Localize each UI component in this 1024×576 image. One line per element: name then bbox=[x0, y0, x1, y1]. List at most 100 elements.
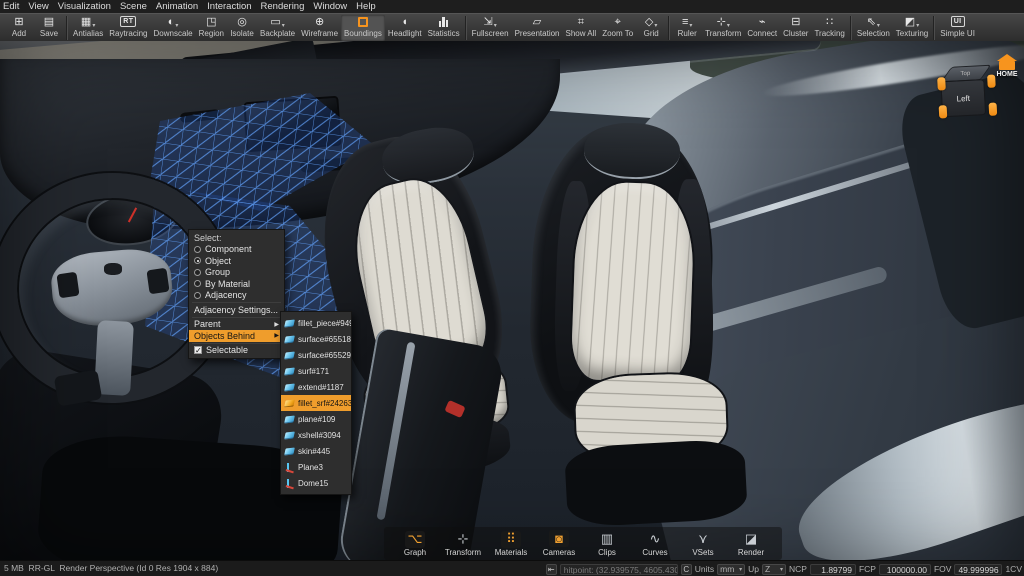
toolbar-add[interactable]: ⊞Add bbox=[4, 15, 34, 41]
up-axis-select[interactable]: Z▾ bbox=[762, 564, 786, 575]
toolbar-boundings[interactable]: Boundings bbox=[341, 15, 385, 41]
toolbar-raytracing[interactable]: RTRaytracing bbox=[106, 15, 150, 41]
dock-clips[interactable]: ▥Clips bbox=[584, 530, 630, 557]
context-menu-item-component[interactable]: Component bbox=[189, 244, 284, 256]
toolbar-label: Tracking bbox=[814, 29, 844, 39]
menu-window[interactable]: Window bbox=[313, 1, 347, 12]
toolbar-label: Save bbox=[37, 29, 61, 39]
submenu-item-fillet-srf-24263[interactable]: fillet_srf#24263 bbox=[281, 395, 351, 411]
submenu-item-skin-445[interactable]: skin#445 bbox=[281, 443, 351, 459]
menu-animation[interactable]: Animation bbox=[156, 1, 198, 12]
toolbar-fullscreen[interactable]: ⇲▾Fullscreen bbox=[469, 15, 512, 41]
toolbar-headlight[interactable]: ◖Headlight bbox=[385, 15, 425, 41]
grid-icon: ◇ bbox=[645, 16, 653, 28]
menu-visualization[interactable]: Visualization bbox=[58, 1, 111, 12]
menu-edit[interactable]: Edit bbox=[3, 1, 19, 12]
submenu-item-plane-109[interactable]: plane#109 bbox=[281, 411, 351, 427]
toolbar-label: Show All bbox=[566, 29, 597, 39]
dock-graph[interactable]: ⌥Graph bbox=[392, 530, 438, 557]
toolbar-icon-row: ≡▾ bbox=[675, 15, 699, 29]
toolbar-presentation[interactable]: ▱Presentation bbox=[512, 15, 563, 41]
fcp-input[interactable]: 100000.00 bbox=[879, 564, 931, 575]
toolbar-simple-ui[interactable]: UISimple UI bbox=[937, 15, 978, 41]
toolbar-ruler[interactable]: ≡▾Ruler bbox=[672, 15, 702, 41]
context-menu-item-adjacency[interactable]: Adjacency bbox=[189, 290, 284, 302]
view-cube[interactable]: Top Left bbox=[940, 65, 995, 122]
menu-interaction[interactable]: Interaction bbox=[207, 1, 251, 12]
cube-corner-handle[interactable] bbox=[987, 75, 996, 88]
surface-icon bbox=[284, 399, 295, 407]
submenu-item-dome15[interactable]: Dome15 bbox=[281, 475, 351, 491]
fov-input[interactable]: 49.999996 bbox=[954, 564, 1002, 575]
menu-rendering[interactable]: Rendering bbox=[261, 1, 305, 12]
cube-corner-handle[interactable] bbox=[937, 77, 946, 90]
toolbar-save[interactable]: ▤Save bbox=[34, 15, 64, 41]
wireframe-icon: ⊕ bbox=[315, 16, 324, 28]
backplate-icon: ▭ bbox=[270, 16, 280, 28]
context-menu-item-object[interactable]: Object bbox=[189, 255, 284, 267]
zoom-to-icon: ⌖ bbox=[615, 16, 621, 28]
submenu-item-surface-655294[interactable]: surface#655294 bbox=[281, 347, 351, 363]
dock-curves[interactable]: ∿Curves bbox=[632, 530, 678, 557]
submenu-item-plane3[interactable]: Plane3 bbox=[281, 459, 351, 475]
toolbar-grid[interactable]: ◇▾Grid bbox=[636, 15, 666, 41]
menu-help[interactable]: Help bbox=[356, 1, 376, 12]
clear-button[interactable]: C bbox=[681, 564, 692, 575]
toolbar-wireframe[interactable]: ⊕Wireframe bbox=[298, 15, 341, 41]
toolbar-texturing[interactable]: ◩▾Texturing bbox=[893, 15, 931, 41]
ncp-input[interactable]: 1.89799 bbox=[810, 564, 856, 575]
submenu-item-label: surf#171 bbox=[298, 367, 329, 376]
toolbar-downscale[interactable]: ◐▾Downscale bbox=[151, 15, 196, 41]
toolbar-cluster[interactable]: ⊟Cluster bbox=[780, 15, 811, 41]
toolbar-icon-row: ❏ bbox=[0, 15, 1, 29]
toolbar-icon-row: ⌖ bbox=[602, 15, 633, 29]
dock-materials[interactable]: ⠿Materials bbox=[488, 530, 534, 557]
graph-icon: ⌥ bbox=[405, 531, 425, 548]
menu-scene[interactable]: Scene bbox=[120, 1, 147, 12]
dock-label: Render bbox=[728, 548, 774, 557]
context-menu-item-objects-behind[interactable]: Objects Behind▶ bbox=[189, 330, 284, 342]
toolbar-zoom-to[interactable]: ⌖Zoom To bbox=[599, 15, 636, 41]
submenu-item-surface-655189[interactable]: surface#655189 bbox=[281, 331, 351, 347]
context-menu-item-adjacency-settings[interactable]: Adjacency Settings... bbox=[189, 304, 284, 316]
toolbar-transform[interactable]: ⊹▾Transform bbox=[702, 15, 744, 41]
headlight-icon: ◖ bbox=[401, 16, 408, 28]
cube-corner-handle[interactable] bbox=[989, 102, 998, 115]
hitpoint-locate-button[interactable]: ⇤ bbox=[546, 564, 557, 575]
hitpoint-field[interactable]: hitpoint: (32.939575, 4605.4309... bbox=[560, 564, 678, 575]
toolbar-antialias[interactable]: ▦▾Antialias bbox=[70, 15, 106, 41]
toolbar-separator bbox=[933, 16, 935, 40]
submenu-item-xshell-3094[interactable]: xshell#3094 bbox=[281, 427, 351, 443]
toolbar-selection[interactable]: ⇖▾Selection bbox=[854, 15, 893, 41]
context-menu-item-by-material[interactable]: By Material bbox=[189, 278, 284, 290]
dock-vsets[interactable]: ⋎VSets bbox=[680, 530, 726, 557]
context-menu-item-selectable[interactable]: ✓Selectable bbox=[189, 345, 284, 357]
locator-axes-icon bbox=[285, 463, 294, 472]
toolbar-tracking[interactable]: ∷Tracking bbox=[811, 15, 847, 41]
menu-item-label: Select: bbox=[194, 233, 222, 243]
dock-render[interactable]: ◪Render bbox=[728, 530, 774, 557]
context-menu-item-parent[interactable]: Parent▶ bbox=[189, 319, 284, 331]
cube-corner-handle[interactable] bbox=[939, 105, 948, 118]
caret-down-icon: ▾ bbox=[739, 566, 742, 573]
context-menu-item-group[interactable]: Group bbox=[189, 267, 284, 279]
submenu-item-surf-171[interactable]: surf#171 bbox=[281, 363, 351, 379]
dock-transform[interactable]: ⊹Transform bbox=[440, 530, 486, 557]
submenu-item-fillet-piece-9497[interactable]: fillet_piece#9497 bbox=[281, 315, 351, 331]
toolbar-show-all[interactable]: ⌗Show All bbox=[563, 15, 600, 41]
toolbar-statistics[interactable]: Statistics bbox=[425, 15, 463, 41]
viewport-3d[interactable] bbox=[0, 41, 1024, 576]
toolbar-backplate[interactable]: ▭▾Backplate bbox=[257, 15, 298, 41]
dock-cameras[interactable]: ◙Cameras bbox=[536, 530, 582, 557]
toolbar-icon-row: ⌗ bbox=[566, 15, 597, 29]
toolbar-isolate[interactable]: ◎Isolate bbox=[227, 15, 257, 41]
submenu-item-extend-1187[interactable]: extend#1187 bbox=[281, 379, 351, 395]
view-cube-front-face[interactable]: Left bbox=[940, 79, 986, 117]
toolbar-icon-row bbox=[344, 15, 382, 29]
units-select[interactable]: mm▾ bbox=[717, 564, 745, 575]
toolbar-region[interactable]: ◳Region bbox=[196, 15, 227, 41]
toolbar-connect[interactable]: ⌁Connect bbox=[744, 15, 780, 41]
save-icon: ▤ bbox=[44, 16, 54, 28]
menu-view[interactable]: View bbox=[28, 1, 48, 12]
toolbar-label: Add bbox=[7, 29, 31, 39]
